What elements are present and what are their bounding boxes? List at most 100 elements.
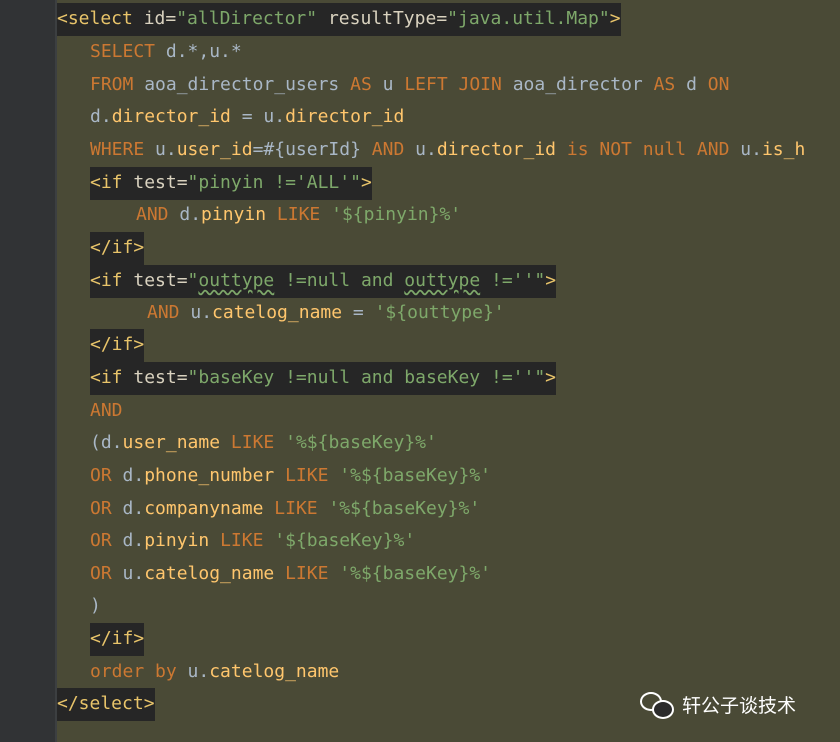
- code-line-1[interactable]: <select id="allDirector" resultType="jav…: [57, 3, 621, 36]
- token: user_id: [176, 139, 253, 160]
- token: LIKE: [285, 563, 329, 584]
- token: OR: [90, 465, 112, 486]
- token: director_id: [436, 139, 557, 160]
- watermark: 轩公子谈技术: [640, 690, 797, 719]
- token: test: [122, 367, 177, 388]
- token: aoa_director_users: [133, 74, 351, 95]
- code-line-22[interactable]: </select>: [57, 688, 155, 721]
- token: '${baseKey}%': [263, 530, 416, 551]
- token: = u.: [230, 106, 286, 127]
- code-line-16[interactable]: OR d.companyname LIKE '%${baseKey}%': [90, 493, 480, 526]
- token: catelog_name: [144, 563, 275, 584]
- code-line-3[interactable]: FROM aoa_director_users AS u LEFT JOIN a…: [90, 69, 729, 102]
- token: FROM: [90, 74, 134, 95]
- token: WHERE: [90, 139, 145, 160]
- code-editor[interactable]: <select id="allDirector" resultType="jav…: [57, 0, 840, 742]
- code-line-13[interactable]: AND: [90, 395, 123, 428]
- token: pinyin: [201, 204, 267, 225]
- token: companyname: [144, 498, 264, 519]
- token: "pinyin !='ALL'": [187, 172, 361, 193]
- code-line-11[interactable]: </if>: [90, 329, 145, 362]
- token: >: [545, 367, 557, 388]
- token: OR: [90, 563, 112, 584]
- code-line-19[interactable]: ): [90, 590, 101, 623]
- token: !=null and: [274, 270, 405, 291]
- code-line-9[interactable]: <if test="outtype !=null and outtype !='…: [90, 265, 557, 298]
- token: </if>: [90, 628, 145, 649]
- code-line-20[interactable]: </if>: [90, 623, 145, 656]
- code-line-15[interactable]: OR d.phone_number LIKE '%${baseKey}%': [90, 460, 491, 493]
- code-line-4[interactable]: d.director_id = u.director_id: [90, 101, 404, 134]
- token: '%${baseKey}%': [328, 465, 492, 486]
- token: is_h: [761, 139, 806, 160]
- token: is NOT null AND: [566, 139, 730, 160]
- token: u.: [111, 563, 145, 584]
- token: u.: [404, 139, 437, 160]
- token: d.*,u.*: [155, 41, 242, 62]
- token: outtype: [404, 270, 481, 291]
- token: (d.: [90, 432, 123, 453]
- token: aoa_director: [501, 74, 654, 95]
- token: =: [176, 172, 188, 193]
- token: </if>: [90, 334, 145, 355]
- token: OR: [90, 530, 112, 551]
- code-line-2[interactable]: SELECT d.*,u.*: [90, 36, 242, 69]
- code-line-14[interactable]: (d.user_name LIKE '%${baseKey}%': [90, 427, 437, 460]
- token: "java.util.Map": [447, 8, 610, 29]
- token: ": [187, 270, 199, 291]
- token: phone_number: [144, 465, 275, 486]
- token: <if: [90, 367, 123, 388]
- token: LIKE: [276, 204, 321, 225]
- token: =: [165, 8, 177, 29]
- token: >: [609, 8, 621, 29]
- token: d.: [111, 498, 145, 519]
- token: AND: [136, 204, 169, 225]
- token: '%${baseKey}%': [317, 498, 481, 519]
- token: ): [90, 595, 101, 616]
- code-line-21[interactable]: order by u.catelog_name: [90, 656, 339, 689]
- token: AND: [90, 400, 123, 421]
- token: LIKE: [230, 432, 275, 453]
- code-line-18[interactable]: OR u.catelog_name LIKE '%${baseKey}%': [90, 558, 491, 591]
- watermark-text: 轩公子谈技术: [682, 694, 797, 717]
- token: director_id: [285, 106, 405, 127]
- token: >: [360, 172, 372, 193]
- token: catelog_name: [209, 661, 340, 682]
- token: "baseKey !=null and baseKey !=''": [187, 367, 546, 388]
- token: test: [122, 270, 177, 291]
- token: '${pinyin}%': [320, 204, 462, 225]
- token: resultType: [317, 8, 437, 29]
- code-line-6[interactable]: <if test="pinyin !='ALL'">: [90, 167, 372, 200]
- token: user_name: [122, 432, 221, 453]
- code-line-7[interactable]: AND d.pinyin LIKE '${pinyin}%': [136, 199, 461, 232]
- code-line-10[interactable]: AND u.catelog_name = '${outtype}': [147, 297, 505, 330]
- code-line-5[interactable]: WHERE u.user_id=#{userId} AND u.director…: [90, 134, 805, 167]
- token: id: [132, 8, 166, 29]
- token: d.: [168, 204, 202, 225]
- token: '%${baseKey}%': [274, 432, 437, 453]
- code-line-17[interactable]: OR d.pinyin LIKE '${baseKey}%': [90, 525, 415, 558]
- line-gutter: [0, 0, 55, 742]
- token: =: [342, 302, 375, 323]
- token: <if: [90, 172, 123, 193]
- token: ON: [707, 74, 730, 95]
- token: <select: [57, 8, 133, 29]
- token: "allDirector": [176, 8, 318, 29]
- token: AS: [350, 74, 372, 95]
- token: test: [122, 172, 177, 193]
- token: '${outtype}': [374, 302, 505, 323]
- code-line-12[interactable]: <if test="baseKey !=null and baseKey !='…: [90, 362, 557, 395]
- token: <if: [90, 270, 123, 291]
- token: LIKE: [285, 465, 329, 486]
- token: =: [176, 367, 188, 388]
- token: d: [675, 74, 708, 95]
- token: =#{userId}: [252, 139, 372, 160]
- token: d.: [111, 465, 145, 486]
- code-line-8[interactable]: </if>: [90, 232, 145, 265]
